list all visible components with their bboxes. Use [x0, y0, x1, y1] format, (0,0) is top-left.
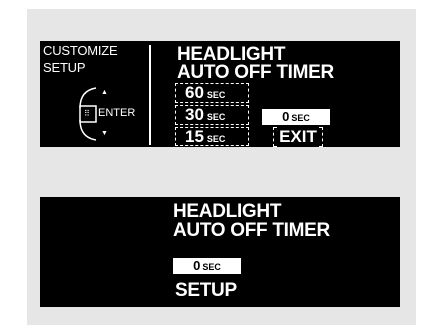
setup-label: SETUP	[175, 280, 237, 301]
exit-button[interactable]: EXIT	[273, 127, 323, 147]
title-line2: AUTO OFF TIMER	[173, 220, 330, 241]
scroll-up-icon: ▲	[101, 89, 108, 96]
customize-display: CUSTOMIZE SETUP ▲ ▼ ⠿ ENTER HEADLIGHT AU…	[40, 41, 400, 147]
title-line2: AUTO OFF TIMER	[177, 62, 334, 83]
title-line1: HEADLIGHT	[173, 201, 282, 222]
customize-label: CUSTOMIZE	[43, 43, 118, 58]
divider	[149, 45, 151, 145]
option-15[interactable]: 15 SEC	[185, 127, 225, 147]
enter-label: ENTER	[98, 107, 136, 119]
setup-label: SETUP	[43, 60, 86, 75]
selected-value-box: 0 SEC	[262, 109, 330, 125]
scroll-down-icon: ▼	[101, 130, 108, 137]
enter-dots-icon: ⠿	[84, 109, 90, 118]
timer-display: HEADLIGHT AUTO OFF TIMER 0 SEC SETUP	[40, 197, 400, 307]
selected-value-box: 0 SEC	[173, 258, 241, 274]
option-60[interactable]: 60 SEC	[185, 83, 225, 103]
option-30[interactable]: 30 SEC	[185, 105, 225, 125]
